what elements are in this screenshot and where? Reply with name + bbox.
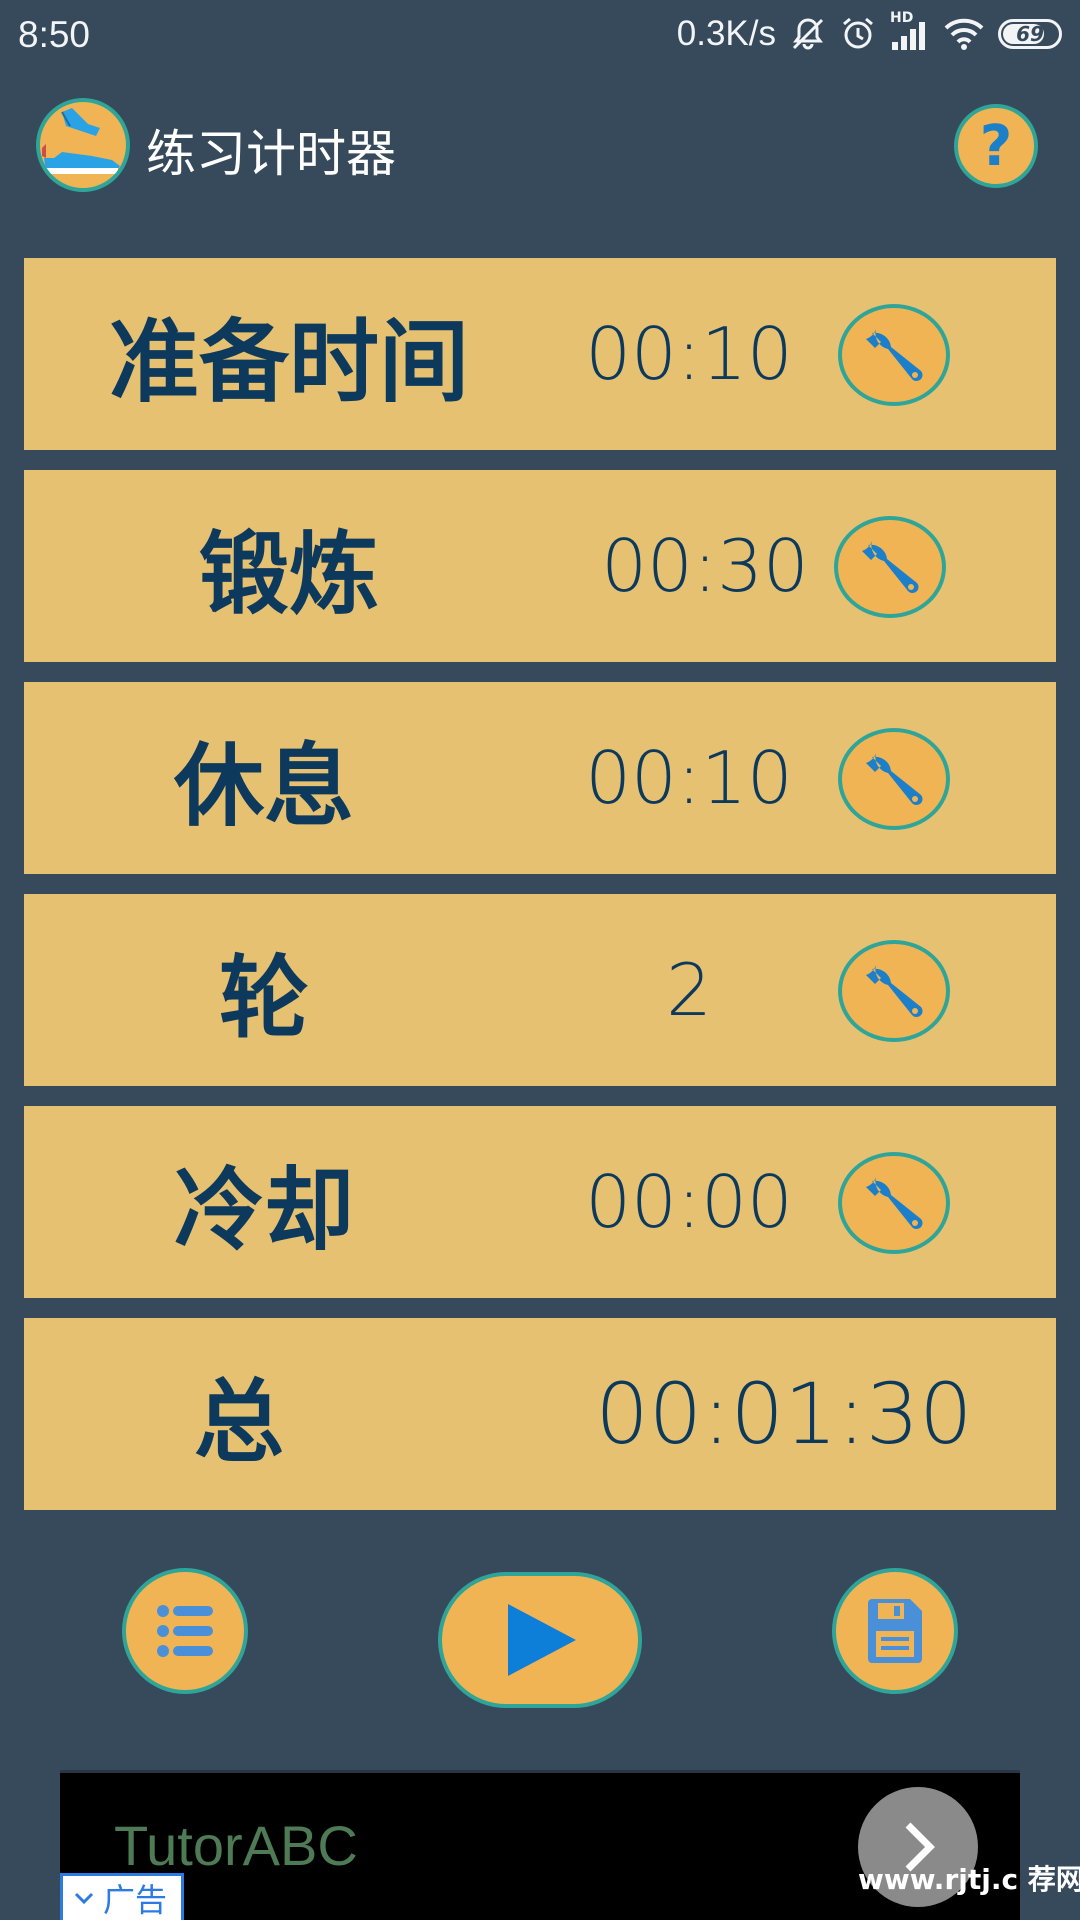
battery-icon: 69 <box>998 19 1062 49</box>
edit-cooldown-button[interactable] <box>838 1152 950 1254</box>
watermark: www.rjtj.c 荐网 <box>858 1863 1080 1896</box>
wrench-icon <box>866 1177 923 1230</box>
bottom-controls <box>0 1566 1080 1708</box>
app-bar: 练习计时器 ? <box>0 90 1080 200</box>
help-icon: ? <box>979 113 1013 179</box>
row-rest: 休息 00:10 <box>24 682 1056 874</box>
row-label: 轮 <box>219 946 309 1051</box>
wifi-icon <box>944 18 984 50</box>
row-label: 冷却 <box>174 1158 354 1263</box>
network-speed: 0.3K/s <box>676 14 776 53</box>
row-exercise: 锻炼 00:30 <box>24 470 1056 662</box>
play-icon <box>508 1604 576 1676</box>
status-bar: 8:50 0.3K/s HD 69 <box>0 0 1080 72</box>
row-value: 00:10 <box>585 736 793 820</box>
battery-level: 69 <box>1016 22 1044 46</box>
mute-icon <box>792 18 824 50</box>
edit-prepare-button[interactable] <box>838 304 950 406</box>
status-time: 8:50 <box>18 14 91 55</box>
edit-rounds-button[interactable] <box>838 940 950 1042</box>
row-prepare-time: 准备时间 00:10 <box>24 258 1056 450</box>
row-value: 00:10 <box>585 312 793 396</box>
wrench-icon <box>862 541 919 594</box>
row-value: 00:00 <box>585 1160 793 1244</box>
edit-exercise-button[interactable] <box>834 516 946 618</box>
edit-rest-button[interactable] <box>838 728 950 830</box>
play-button[interactable] <box>438 1572 642 1708</box>
ad-tag-label: 广告 <box>103 1881 168 1919</box>
list-button[interactable] <box>122 1568 248 1694</box>
total-value: 00:01:30 <box>595 1365 973 1463</box>
row-value: 2 <box>666 948 712 1032</box>
wrench-icon <box>866 329 923 382</box>
sneaker-icon <box>42 108 120 174</box>
wrench-icon <box>866 965 923 1018</box>
status-icons: 0.3K/s HD 69 <box>676 10 1062 54</box>
row-total: 总 00:01:30 <box>24 1318 1056 1510</box>
row-label: 锻炼 <box>199 522 379 627</box>
signal-icon: HD <box>890 10 930 52</box>
help-button[interactable]: ? <box>954 104 1038 188</box>
chevron-down-icon <box>74 1892 94 1905</box>
save-icon <box>868 1599 922 1663</box>
alarm-icon <box>843 17 873 49</box>
settings-list: 准备时间 00:10 锻炼 00:30 休息 00:10 轮 2 冷却 00:0… <box>24 258 1056 1530</box>
row-label: 准备时间 <box>109 310 469 415</box>
row-rounds: 轮 2 <box>24 894 1056 1086</box>
ad-tag[interactable]: 广告 <box>60 1873 184 1920</box>
row-cooldown: 冷却 00:00 <box>24 1106 1056 1298</box>
app-logo <box>36 98 130 192</box>
app-title: 练习计时器 <box>146 125 396 183</box>
total-label: 总 <box>194 1370 284 1475</box>
ad-text: TutorABC <box>114 1814 358 1877</box>
list-icon <box>157 1605 213 1657</box>
row-label: 休息 <box>174 734 354 839</box>
save-button[interactable] <box>832 1568 958 1694</box>
wrench-icon <box>866 753 923 806</box>
row-value: 00:30 <box>601 524 809 608</box>
